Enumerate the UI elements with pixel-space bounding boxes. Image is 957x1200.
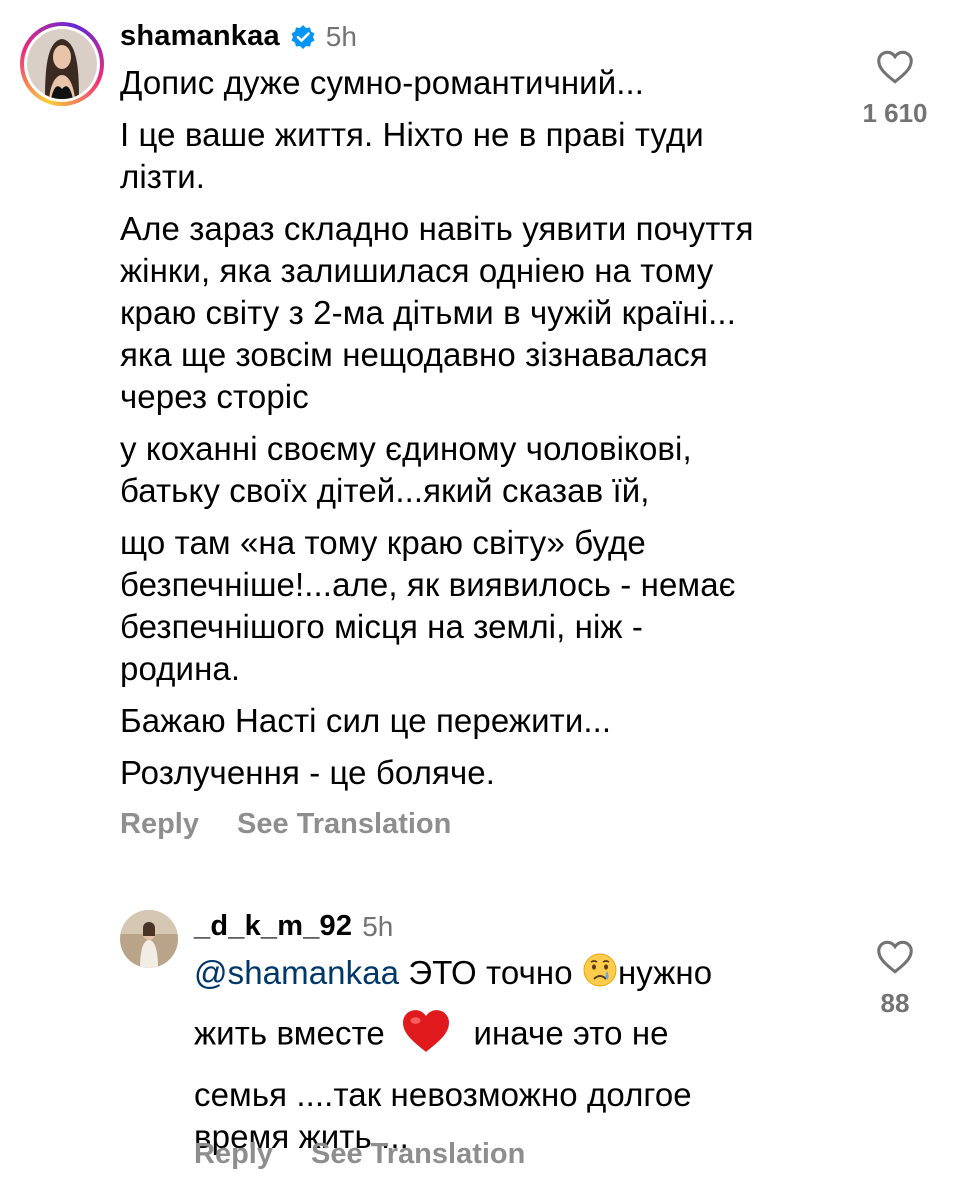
reply-button[interactable]: Reply <box>120 808 199 841</box>
comment-line: родина. <box>120 650 241 687</box>
avatar-frame <box>24 26 100 102</box>
reply-text: @shamankaa ЭТО точно нужно жить вместе и… <box>194 952 814 1168</box>
reply-actions: Reply See Translation <box>194 1138 563 1171</box>
reply-text-line1-end: нужно <box>617 954 713 991</box>
comment-line: безпечнішого місця на землі, ніж - <box>120 608 643 645</box>
comment-line: Але зараз складно навіть уявити почуття <box>120 210 754 247</box>
crying-face-icon <box>582 952 618 998</box>
comment-paragraph: у коханні своєму єдиному чоловікові, бать… <box>120 428 840 512</box>
comment-line: що там «на тому краю світу» буде <box>120 524 646 561</box>
comment-paragraph: Бажаю Насті сил це пережити... <box>120 700 840 742</box>
reply-time: 5h <box>362 910 394 942</box>
heart-icon[interactable] <box>876 50 914 84</box>
comment-paragraph: Допис дуже сумно-романтичний... <box>120 62 840 104</box>
comment-reply-d-k-m-92: _d_k_m_92 5h @shamankaa ЭТО точно нужно … <box>0 880 957 1200</box>
comment-line: краю світу з 2-ма дітьми в чужій країні.… <box>120 294 736 331</box>
heart-icon[interactable] <box>876 940 914 974</box>
comment-paragraph: Але зараз складно навіть уявити почуття ж… <box>120 208 840 418</box>
comment-line: І це ваше життя. Ніхто не в праві туди <box>120 116 704 153</box>
comment-line: яка ще зовсім нещодавно зізнавалася <box>120 336 708 373</box>
comment-line: лізти. <box>120 158 206 195</box>
like-control: 1 610 <box>855 50 935 129</box>
reply-see-translation-button[interactable]: See Translation <box>311 1138 525 1171</box>
reply-avatar[interactable] <box>120 910 178 968</box>
avatar <box>27 29 97 99</box>
reply-text-line2-start: жить вместе <box>194 1015 385 1052</box>
comment-line: у коханні своєму єдиному чоловікові, <box>120 430 692 467</box>
reply-header: _d_k_m_92 5h <box>194 910 393 943</box>
reply-like-count: 88 <box>880 988 910 1018</box>
username[interactable]: shamankaa <box>120 20 280 53</box>
reply-like-control: 88 <box>855 940 935 1019</box>
mention-link[interactable]: @shamankaa <box>194 954 399 991</box>
comment-paragraph: Розлучення - це боляче. <box>120 752 840 794</box>
reply-text-line3: семья ....так невозможно долгое <box>194 1076 692 1114</box>
comment-line: через сторіс <box>120 378 309 415</box>
comment-actions: Reply See Translation <box>120 808 489 841</box>
reply-reply-button[interactable]: Reply <box>194 1138 273 1171</box>
comment-time: 5h <box>325 20 357 52</box>
comment-shamankaa: shamankaa 5h Допис дуже сумно-романтични… <box>0 0 957 860</box>
see-translation-button[interactable]: See Translation <box>237 808 451 841</box>
comment-line: Бажаю Насті сил це пережити... <box>120 702 612 739</box>
comment-paragraph: І це ваше життя. Ніхто не в праві туди лі… <box>120 114 840 198</box>
avatar-image <box>120 910 178 968</box>
comment-line: жінки, яка залишилася одніею на тому <box>120 252 714 289</box>
comment-text: Допис дуже сумно-романтичний... І це ваше… <box>120 62 840 804</box>
red-heart-icon <box>400 1008 452 1064</box>
comment-line: батьку своїх дітей...який сказав їй, <box>120 472 650 509</box>
avatar-story-ring[interactable] <box>20 22 104 106</box>
comment-header: shamankaa 5h <box>120 20 357 53</box>
reply-text-line2-end: иначе это не <box>473 1015 669 1052</box>
like-count: 1 610 <box>862 98 928 128</box>
comment-line: Розлучення - це боляче. <box>120 754 495 791</box>
verified-badge-icon <box>290 24 316 50</box>
comment-paragraph: що там «на тому краю світу» буде безпечні… <box>120 522 840 690</box>
reply-username[interactable]: _d_k_m_92 <box>194 910 352 943</box>
comment-line: Допис дуже сумно-романтичний... <box>120 64 645 101</box>
comment-line: безпечніше!...але, як виявилось - немає <box>120 566 736 603</box>
reply-text-line1: ЭТО точно <box>399 954 573 991</box>
